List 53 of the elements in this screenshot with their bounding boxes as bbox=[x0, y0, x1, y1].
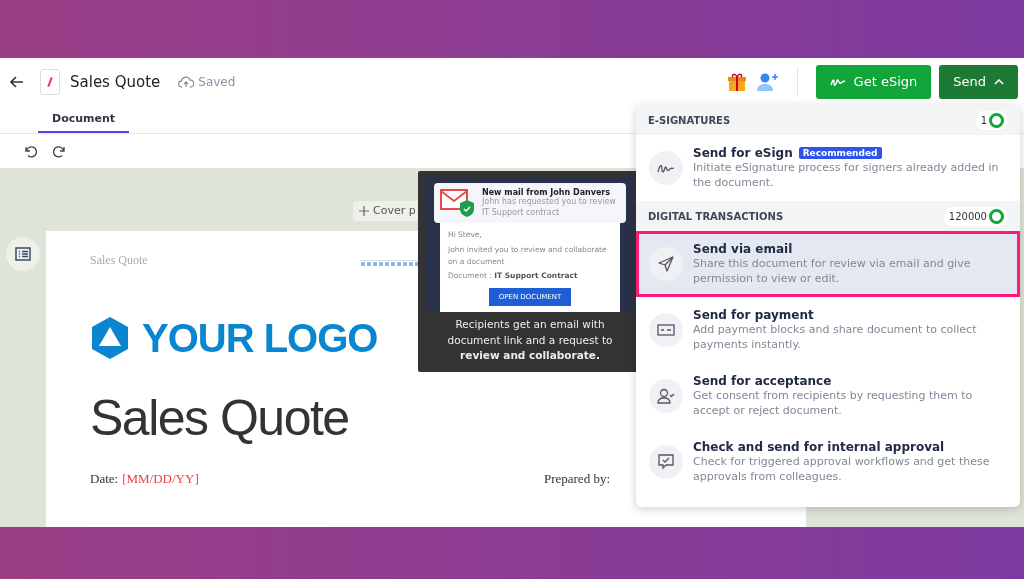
paper-plane-icon bbox=[649, 247, 683, 281]
recommended-badge: Recommended bbox=[798, 146, 882, 159]
section-title: E-SIGNATURES bbox=[648, 114, 731, 126]
date-field[interactable]: [MM/DD/YY] bbox=[122, 470, 199, 487]
back-arrow-icon[interactable] bbox=[10, 75, 24, 88]
menu-item[interactable]: Send for acceptance Get consent from recipients by requesting them to accept or reject document. bbox=[636, 363, 1020, 429]
send-button[interactable]: Send bbox=[939, 64, 1018, 99]
menu-item[interactable]: Send for payment Add payment blocks and share document to collect payments instantly. bbox=[636, 297, 1020, 363]
quote-title: Sales Quote bbox=[90, 388, 349, 447]
chat-check-icon bbox=[649, 445, 683, 479]
document-title: Sales Quote bbox=[70, 72, 161, 91]
logo-icon bbox=[90, 316, 130, 361]
cloud-upload-icon bbox=[178, 75, 195, 88]
redo-icon[interactable] bbox=[53, 144, 67, 158]
outline-button[interactable] bbox=[6, 237, 40, 271]
menu-item[interactable]: Check and send for internal approval Check for triggered approval workflows and get these approvals from colleagues. bbox=[636, 429, 1020, 495]
add-user-icon[interactable] bbox=[756, 71, 779, 92]
signature-icon bbox=[649, 151, 683, 185]
signature-icon bbox=[829, 76, 846, 87]
save-status: Saved bbox=[198, 74, 236, 89]
credit-count-badge: 120000 bbox=[942, 206, 1008, 226]
undo-icon[interactable] bbox=[23, 144, 37, 158]
item-title: Send for payment bbox=[693, 307, 814, 322]
item-title: Check and send for internal approval bbox=[693, 439, 945, 454]
logo-text: YOUR LOGO bbox=[142, 315, 378, 361]
item-description: Add payment blocks and share document to collect payments instantly. bbox=[693, 322, 978, 353]
menu-item[interactable]: Send for eSign Recommended Initiate eSignature process for signers already added in the document. bbox=[636, 135, 1020, 201]
document-tab[interactable]: Document bbox=[38, 105, 130, 133]
item-description: Check for triggered approval workflows and get these approvals from colleagues. bbox=[693, 454, 991, 485]
caret-icon bbox=[994, 78, 1004, 85]
date-label: Date: bbox=[90, 470, 119, 487]
prepared-by-label: Prepared by: bbox=[543, 470, 610, 487]
document-icon bbox=[40, 68, 60, 95]
mail-title: New mail from John Danvers bbox=[482, 188, 611, 198]
gift-icon[interactable] bbox=[726, 71, 747, 92]
credit-count-badge: 1 bbox=[974, 110, 1008, 130]
item-description: Initiate eSignature process for signers already added in the document. bbox=[693, 160, 1000, 191]
plus-icon bbox=[359, 205, 369, 216]
item-title: Send for eSign bbox=[693, 145, 793, 160]
item-description: Get consent from recipients by requesting them to accept or reject document. bbox=[693, 388, 974, 419]
running-header: Sales Quote bbox=[90, 252, 149, 268]
list-icon bbox=[15, 247, 31, 261]
drag-handle-icon[interactable] bbox=[360, 259, 420, 267]
item-description: Share this document for review via email and give permission to view or edit. bbox=[693, 256, 972, 287]
item-title: Send for acceptance bbox=[693, 373, 832, 388]
menu-item[interactable]: Send via email Share this document for review via email and give permission to view or edit. bbox=[636, 231, 1020, 297]
user-check-icon bbox=[649, 379, 683, 413]
mail-shield-icon bbox=[440, 188, 476, 218]
tooltip-caption: Recipients get an email with document link and a request to review and collaborate. bbox=[446, 316, 614, 364]
section-title: DIGITAL TRANSACTIONS bbox=[648, 210, 784, 222]
payment-card-icon bbox=[649, 313, 683, 347]
item-title: Send via email bbox=[693, 241, 793, 256]
mail-subtitle: John has requested you to review IT Support contract bbox=[482, 197, 617, 218]
